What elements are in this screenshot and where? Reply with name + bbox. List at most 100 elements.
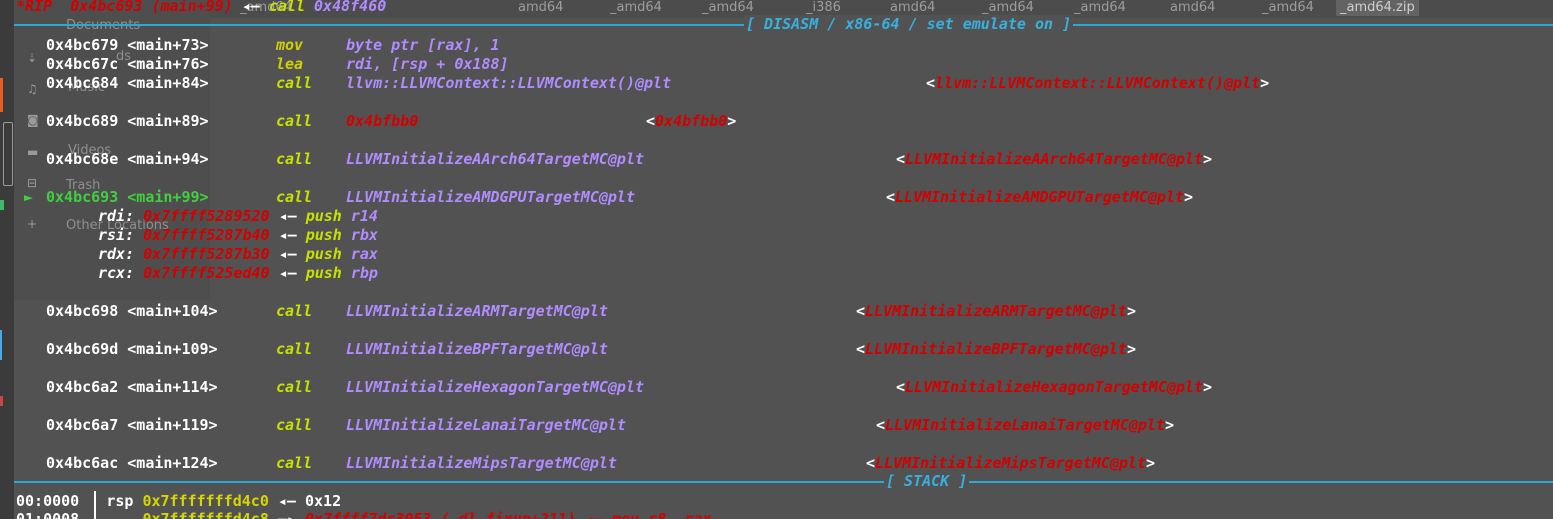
stack-register: rsp	[106, 492, 134, 510]
terminal-screen: ⇣ ♫ ◙ ▬ ⊟ + Documents ds Music Videos Tr…	[0, 0, 1553, 519]
instruction-symbol: <main+89>	[127, 112, 209, 130]
arg-register: rsi:	[98, 226, 135, 244]
ghost-tab: amd64	[518, 0, 564, 15]
ghost-tab: _amd64	[610, 0, 662, 15]
stack-arrow: ◂—	[277, 492, 296, 510]
ghost-tab-active: _amd64.zip	[1336, 0, 1419, 16]
instruction-address: 0x4bc6ac	[46, 454, 119, 472]
call-target-ref: <LLVMInitializeHexagonTargetMC@plt>	[896, 378, 1213, 396]
instruction-operand: LLVMInitializeHexagonTargetMC@plt	[346, 378, 645, 396]
instruction-operand: LLVMInitializeAArch64TargetMC@plt	[346, 150, 645, 168]
instruction-row: 0x4bc6ac <main+124>	[46, 454, 218, 473]
arg-arrow: ◂—	[278, 207, 297, 225]
instruction-mnemonic: call	[276, 378, 313, 396]
instruction-address: 0x4bc68e	[46, 150, 119, 168]
stack-divider	[14, 481, 1553, 483]
ghost-tab: _amd64	[1074, 0, 1126, 15]
instruction-row: 0x4bc6a7 <main+119>	[46, 416, 218, 435]
instruction-mnemonic: call	[276, 454, 313, 472]
instruction-operand: LLVMInitializeBPFTargetMC@plt	[346, 340, 608, 358]
instruction-symbol: <main+94>	[127, 150, 209, 168]
arg-mnemonic: push	[305, 207, 342, 225]
instruction-symbol: <main+73>	[127, 36, 209, 54]
instruction-address: 0x4bc698	[46, 302, 119, 320]
instruction-symbol: <main+99>	[127, 188, 209, 206]
rip-label: *RIP	[16, 0, 53, 15]
stack-offset: 00:0000	[16, 492, 80, 510]
music-icon: ♫	[27, 82, 38, 96]
launcher-app-icon[interactable]	[3, 122, 13, 186]
instruction-address: 0x4bc679	[46, 36, 119, 54]
arg-target: rax	[350, 245, 378, 263]
instruction-address: 0x4bc684	[46, 74, 119, 92]
instruction-symbol: <main+124>	[127, 454, 218, 472]
call-target-symbol: llvm::LLVMContext::LLVMContext()@plt	[935, 74, 1261, 92]
ghost-tab: _amd64	[702, 0, 754, 15]
instruction-row: 0x4bc69d <main+109>	[46, 340, 218, 359]
instruction-row: 0x4bc67c <main+76>	[46, 55, 209, 74]
instruction-operand: LLVMInitializeARMTargetMC@plt	[346, 302, 608, 320]
launcher-focus-indicator	[0, 330, 2, 360]
rip-address: 0x4bc693	[70, 0, 143, 15]
instruction-mnemonic: call	[276, 340, 313, 358]
call-target-ref: <LLVMInitializeAArch64TargetMC@plt>	[896, 150, 1213, 168]
arg-value: 0x7ffff5287b40	[143, 226, 270, 244]
instruction-mnemonic: call	[276, 416, 313, 434]
launcher-dock	[0, 0, 14, 519]
instruction-address: 0x4bc69d	[46, 340, 119, 358]
arg-target: r14	[350, 207, 378, 225]
call-target-symbol: LLVMInitializeHexagonTargetMC@plt	[905, 378, 1204, 396]
stack-address: 0x7fffffffd4c8	[142, 510, 269, 519]
ghost-tab: _i386	[806, 0, 841, 15]
instruction-address: 0x4bc6a2	[46, 378, 119, 396]
instruction-operand: llvm::LLVMContext::LLVMContext()@plt	[346, 74, 672, 92]
disasm-header: [ DISASM / x86-64 / set emulate on ]	[744, 15, 1074, 34]
downloads-icon: ⇣	[27, 51, 38, 65]
call-target-ref: <LLVMInitializeARMTargetMC@plt>	[856, 302, 1136, 320]
ghost-tab: amd64	[1170, 0, 1216, 15]
rip-arrow: ◂—	[241, 0, 260, 15]
instruction-address: 0x4bc67c	[46, 55, 119, 73]
call-target-symbol: LLVMInitializeBPFTargetMC@plt	[865, 340, 1127, 358]
arg-value: 0x7ffff525ed40	[143, 264, 270, 282]
instruction-operand: LLVMInitializeAMDGPUTargetMC@plt	[346, 188, 635, 206]
arg-row: rsi: 0x7ffff5287b40 ◂— push rbx	[98, 226, 378, 245]
call-target-symbol: LLVMInitializeAArch64TargetMC@plt	[905, 150, 1204, 168]
launcher-app-indicator	[0, 78, 3, 112]
call-target-ref: <LLVMInitializeBPFTargetMC@plt>	[856, 340, 1136, 358]
instruction-row: 0x4bc698 <main+104>	[46, 302, 218, 321]
instruction-symbol: <main+109>	[127, 340, 218, 358]
arg-target: rbp	[350, 264, 378, 282]
arg-row: rdi: 0x7ffff5289520 ◂— push r14	[98, 207, 378, 226]
rip-line: *RIP 0x4bc693 (main+99) ◂— call 0x48f460	[16, 0, 386, 16]
ghost-tab: amd64	[890, 0, 936, 15]
instruction-address: 0x4bc689	[46, 112, 119, 130]
instruction-operand: LLVMInitializeLanaiTargetMC@plt	[346, 416, 626, 434]
arg-value: 0x7ffff5287b30	[143, 245, 270, 263]
arg-row: rcx: 0x7ffff525ed40 ◂— push rbp	[98, 264, 378, 283]
instruction-row: 0x4bc689 <main+89>	[46, 112, 209, 131]
current-instruction-marker: ►	[24, 188, 34, 206]
instruction-mnemonic: mov	[276, 36, 304, 54]
arg-register: rdx:	[98, 245, 135, 263]
arg-register: rdi:	[98, 207, 135, 225]
instruction-row: 0x4bc684 <main+84>	[46, 74, 209, 93]
arg-row: rdx: 0x7ffff5287b30 ◂— push rax	[98, 245, 378, 264]
call-target-symbol: LLVMInitializeARMTargetMC@plt	[865, 302, 1127, 320]
instruction-symbol: <main+84>	[127, 74, 209, 92]
arg-arrow: ◂—	[278, 264, 297, 282]
call-target-symbol: LLVMInitializeMipsTargetMC@plt	[875, 454, 1146, 472]
call-target-ref: <0x4bfbb0>	[646, 112, 737, 130]
arg-arrow: ◂—	[278, 245, 297, 263]
stack-address: 0x7fffffffd4c0	[142, 492, 269, 510]
call-target-ref: <LLVMInitializeLanaiTargetMC@plt>	[876, 416, 1175, 434]
stack-value: 0x12	[305, 492, 342, 510]
launcher-app-indicator-2	[0, 396, 3, 406]
call-target-ref: <LLVMInitializeAMDGPUTargetMC@plt>	[886, 188, 1194, 206]
stack-value: 0x7ffff7dc3053 (_dl_fixup+211) ◂— mov r8…	[305, 510, 712, 519]
instruction-symbol: <main+119>	[127, 416, 218, 434]
instruction-operand: 0x4bfbb0	[346, 112, 419, 130]
instruction-mnemonic: call	[276, 188, 313, 206]
rip-symbol: (main+99)	[151, 0, 233, 15]
instruction-mnemonic: lea	[276, 55, 304, 73]
